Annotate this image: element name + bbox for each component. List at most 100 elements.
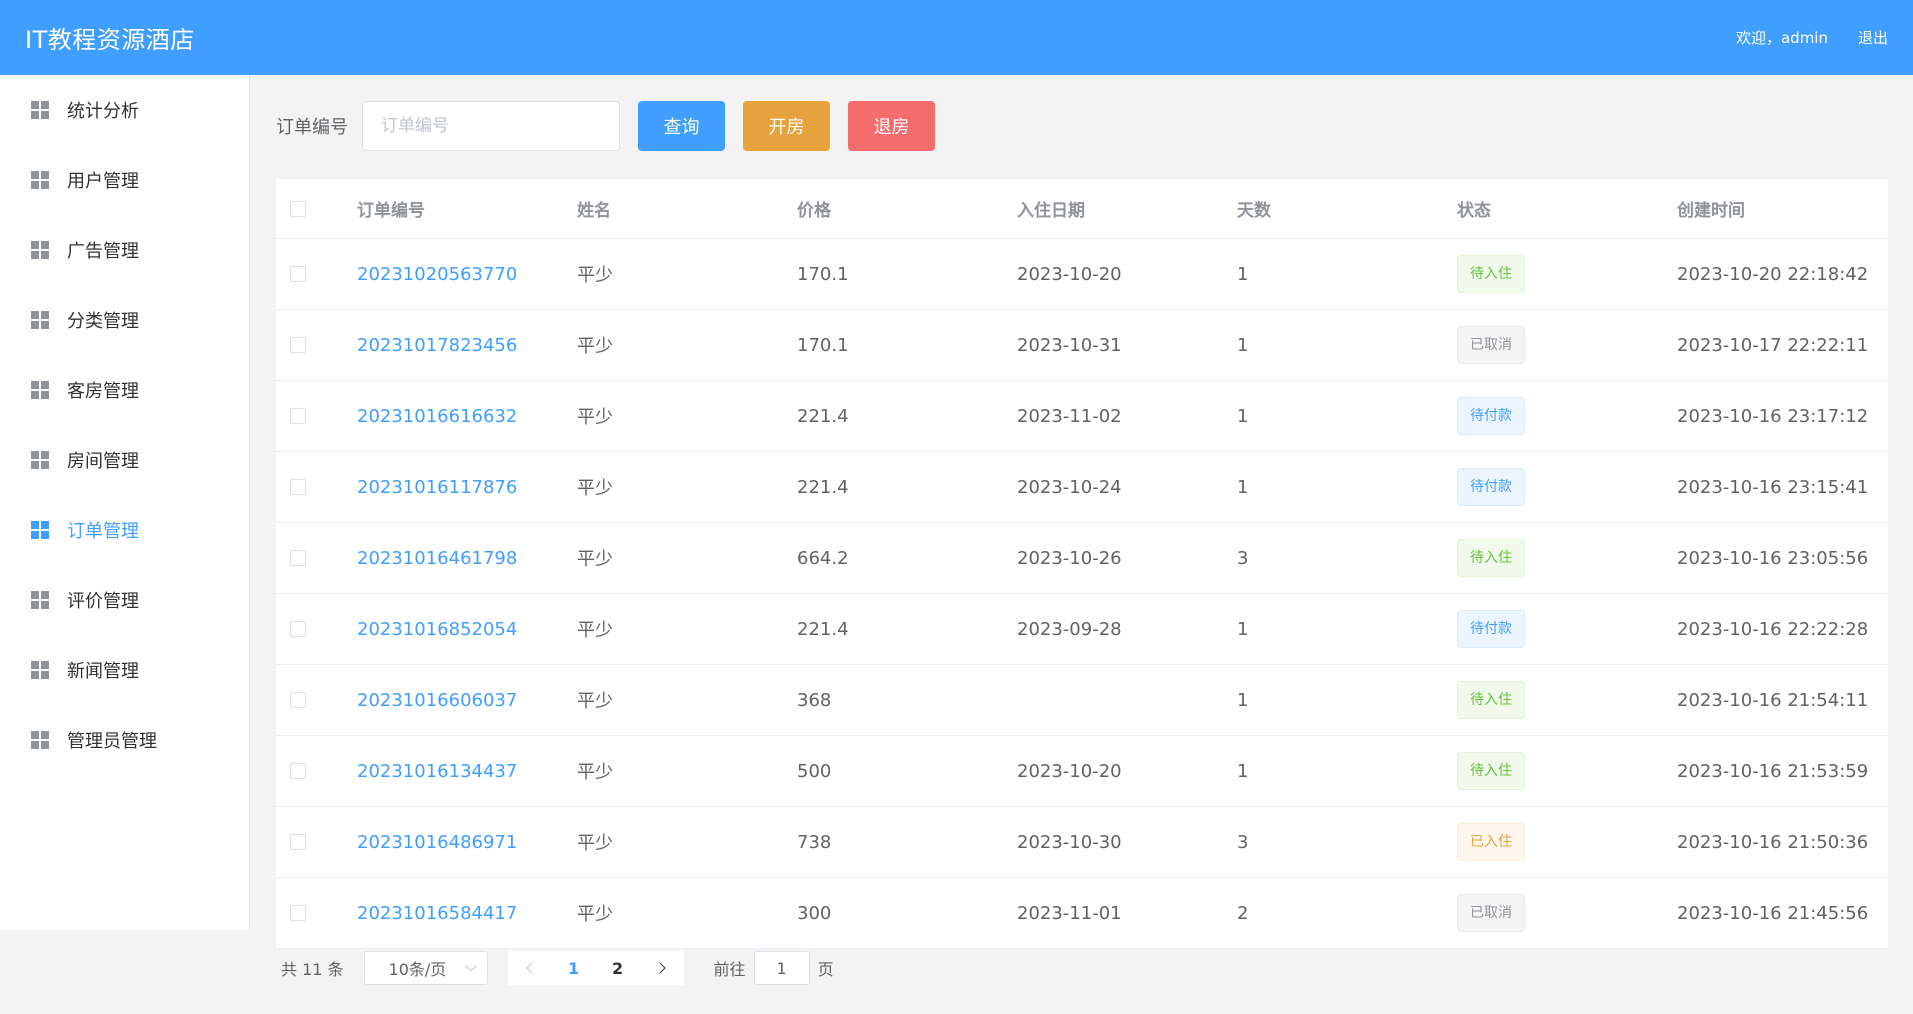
- grid-icon: [31, 241, 49, 259]
- chevron-left-icon: [525, 962, 538, 974]
- cell-name: 平少: [577, 265, 613, 286]
- cell-checkin-date: 2023-10-20: [1017, 263, 1122, 285]
- cell-checkin-date: 2023-10-31: [1017, 334, 1122, 356]
- logout-link[interactable]: 退出: [1858, 27, 1888, 48]
- pager: 1 2: [507, 951, 684, 985]
- cell-days: 3: [1237, 831, 1249, 853]
- sidebar-item-room-types[interactable]: 客房管理: [0, 355, 249, 425]
- order-no-link[interactable]: 20231016461798: [357, 548, 517, 569]
- cell-name: 平少: [577, 549, 613, 570]
- row-checkbox[interactable]: [290, 337, 306, 353]
- cell-checkin-date: 2023-10-30: [1017, 831, 1122, 853]
- cell-days: 3: [1237, 547, 1249, 569]
- cell-name: 平少: [577, 336, 613, 357]
- sidebar-item-label: 广告管理: [67, 241, 139, 262]
- next-page-button[interactable]: [640, 951, 684, 985]
- table-row: 20231016616632 平少 221.4 2023-11-02 1 待付款 2023-…: [276, 381, 1888, 452]
- cell-days: 1: [1237, 405, 1249, 427]
- order-no-label: 订单编号: [276, 117, 348, 138]
- cell-checkin-date: 2023-10-24: [1017, 476, 1122, 498]
- cell-checkin-date: 2023-09-28: [1017, 618, 1122, 640]
- table-row: 20231017823456 平少 170.1 2023-10-31 1 已取消 2023-…: [276, 310, 1888, 381]
- order-no-link[interactable]: 20231016616632: [357, 406, 517, 427]
- row-checkbox[interactable]: [290, 266, 306, 282]
- goto-page-input[interactable]: [753, 951, 810, 985]
- sidebar-item-label: 统计分析: [67, 101, 139, 122]
- sidebar-item-orders[interactable]: 订单管理: [0, 495, 249, 565]
- column-header-price: 价格: [797, 201, 831, 221]
- grid-icon: [31, 101, 49, 119]
- table-row: 20231016486971 平少 738 2023-10-30 3 已入住 2023-10…: [276, 807, 1888, 878]
- cell-created-time: 2023-10-20 22:18:42: [1677, 263, 1869, 285]
- chevron-right-icon: [653, 962, 666, 974]
- row-checkbox[interactable]: [290, 408, 306, 424]
- order-no-link[interactable]: 20231020563770: [357, 264, 517, 285]
- column-header-checkin-date: 入住日期: [1017, 201, 1085, 221]
- order-no-link[interactable]: 20231016134437: [357, 761, 517, 782]
- grid-icon: [31, 381, 49, 399]
- table-row: 20231020563770 平少 170.1 2023-10-20 1 待入住 2023-…: [276, 239, 1888, 310]
- status-badge: 已取消: [1457, 326, 1525, 364]
- row-checkbox[interactable]: [290, 834, 306, 850]
- header-user-area: 欢迎，admin 退出: [1736, 27, 1888, 48]
- goto-suffix: 页: [817, 960, 834, 979]
- order-no-search-input[interactable]: [362, 101, 620, 151]
- main-content: 订单编号 查询 开房 退房 订单编号 姓名 价格 入住日期 天数 状态 创建时间…: [251, 75, 1913, 1014]
- order-no-link[interactable]: 20231016486971: [357, 832, 517, 853]
- table-row: 20231016117876 平少 221.4 2023-10-24 1 待付款 2023-…: [276, 452, 1888, 523]
- pagination-total: 共 11 条: [281, 960, 344, 979]
- sidebar-item-rooms[interactable]: 房间管理: [0, 425, 249, 495]
- table-row: 20231016134437 平少 500 2023-10-20 1 待入住 2023-10…: [276, 736, 1888, 807]
- cell-created-time: 2023-10-16 22:22:28: [1677, 618, 1869, 640]
- row-checkbox[interactable]: [290, 479, 306, 495]
- goto-prefix: 前往: [713, 960, 746, 979]
- page-button-1[interactable]: 1: [552, 951, 596, 985]
- grid-icon: [31, 451, 49, 469]
- table-row: 20231016461798 平少 664.2 2023-10-26 3 待入住 2023-…: [276, 523, 1888, 594]
- row-checkbox[interactable]: [290, 905, 306, 921]
- sidebar-item-stats[interactable]: 统计分析: [0, 75, 249, 145]
- cell-created-time: 2023-10-16 21:50:36: [1677, 831, 1869, 853]
- order-no-link[interactable]: 20231016852054: [357, 619, 517, 640]
- check-in-button[interactable]: 开房: [743, 101, 830, 151]
- row-checkbox[interactable]: [290, 550, 306, 566]
- row-checkbox[interactable]: [290, 763, 306, 779]
- sidebar-item-label: 分类管理: [67, 311, 139, 332]
- check-out-button[interactable]: 退房: [848, 101, 935, 151]
- sidebar-item-admins[interactable]: 管理员管理: [0, 705, 249, 775]
- cell-created-time: 2023-10-16 21:54:11: [1677, 689, 1869, 711]
- cell-days: 2: [1237, 902, 1249, 924]
- page-size-select[interactable]: 10条/页: [363, 951, 488, 985]
- status-badge: 已取消: [1457, 894, 1525, 932]
- query-button[interactable]: 查询: [638, 101, 725, 151]
- cell-price: 221.4: [797, 618, 849, 640]
- cell-checkin-date: 2023-10-26: [1017, 547, 1122, 569]
- column-header-days: 天数: [1237, 201, 1271, 221]
- sidebar-item-categories[interactable]: 分类管理: [0, 285, 249, 355]
- sidebar-item-label: 评价管理: [67, 591, 139, 612]
- order-no-link[interactable]: 20231016606037: [357, 690, 517, 711]
- order-no-link[interactable]: 20231017823456: [357, 335, 517, 356]
- sidebar-item-reviews[interactable]: 评价管理: [0, 565, 249, 635]
- cell-created-time: 2023-10-16 23:17:12: [1677, 405, 1869, 427]
- cell-price: 664.2: [797, 547, 849, 569]
- sidebar-item-label: 新闻管理: [67, 661, 139, 682]
- status-badge: 待入住: [1457, 255, 1525, 293]
- cell-name: 平少: [577, 407, 613, 428]
- sidebar-item-ads[interactable]: 广告管理: [0, 215, 249, 285]
- grid-icon: [31, 311, 49, 329]
- sidebar-menu: 统计分析用户管理广告管理分类管理客房管理 房间管理 订单管理评价管理新闻管理管理员管…: [0, 75, 250, 930]
- status-badge: 待付款: [1457, 610, 1525, 648]
- select-all-checkbox[interactable]: [290, 200, 306, 217]
- order-no-link[interactable]: 20231016584417: [357, 903, 517, 924]
- prev-page-button[interactable]: [508, 951, 552, 985]
- row-checkbox[interactable]: [290, 692, 306, 708]
- page-button-2[interactable]: 2: [596, 951, 640, 985]
- sidebar-item-users[interactable]: 用户管理: [0, 145, 249, 215]
- sidebar-item-news[interactable]: 新闻管理: [0, 635, 249, 705]
- row-checkbox[interactable]: [290, 621, 306, 637]
- order-no-link[interactable]: 20231016117876: [357, 477, 517, 498]
- status-badge: 待入住: [1457, 681, 1525, 719]
- welcome-text: 欢迎，admin: [1735, 29, 1828, 47]
- cell-price: 170.1: [797, 334, 849, 356]
